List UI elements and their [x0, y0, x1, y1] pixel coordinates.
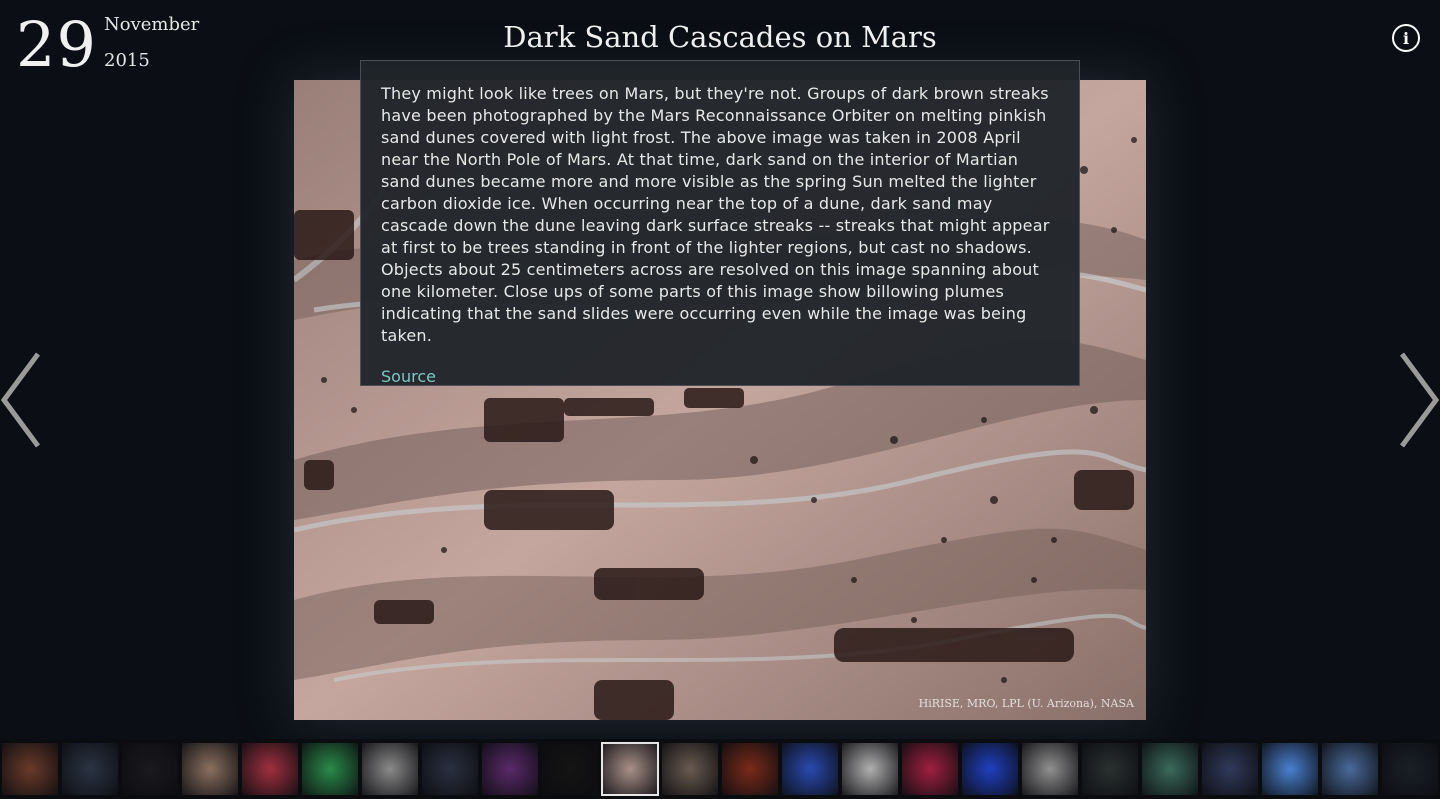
description-text: They might look like trees on Mars, but …: [381, 84, 1050, 345]
thumbnail-galaxy-jet[interactable]: [2, 743, 58, 795]
info-icon: i: [1402, 28, 1410, 48]
thumbnail-horizon-dusk[interactable]: [422, 743, 478, 795]
chevron-left-icon: [0, 352, 41, 448]
next-button[interactable]: [1396, 350, 1440, 450]
chevron-right-icon: [1399, 352, 1440, 448]
thumbnail-comet-trail[interactable]: [1082, 743, 1138, 795]
description-panel: They might look like trees on Mars, but …: [360, 60, 1080, 386]
source-link[interactable]: Source: [381, 367, 436, 386]
thumbnail-star-field[interactable]: [122, 743, 178, 795]
thumbnail-red-cluster[interactable]: [902, 743, 958, 795]
previous-button[interactable]: [0, 350, 44, 450]
thumbnail-red-nebula[interactable]: [722, 743, 778, 795]
thumbnail-mars-sand-dunes[interactable]: [601, 742, 659, 796]
thumbnail-spiral-galaxy[interactable]: [662, 743, 718, 795]
thumbnail-light-streak[interactable]: [842, 743, 898, 795]
image-credit: HiRISE, MRO, LPL (U. Arizona), NASA: [918, 697, 1134, 710]
thumbnail-blue-star-burst-2[interactable]: [962, 743, 1018, 795]
thumbnail-purple-nebula[interactable]: [482, 743, 538, 795]
thumbnail-filmstrip: [0, 739, 1440, 799]
thumbnail-blue-star-burst[interactable]: [782, 743, 838, 795]
thumbnail-night-sky-horizon[interactable]: [62, 743, 118, 795]
thumbnail-phobos-moon[interactable]: [182, 743, 238, 795]
thumbnail-blue-square[interactable]: [1262, 743, 1318, 795]
thumbnail-green-aurora[interactable]: [302, 743, 358, 795]
thumbnail-gray-surface[interactable]: [362, 743, 418, 795]
thumbnail-galaxy-pair[interactable]: [1202, 743, 1258, 795]
thumbnail-earth-limb[interactable]: [1322, 743, 1378, 795]
info-button[interactable]: i: [1392, 24, 1420, 52]
page-title: Dark Sand Cascades on Mars: [503, 20, 937, 54]
thumbnail-dark-sky-end[interactable]: [1382, 743, 1438, 795]
thumbnail-aurora-night[interactable]: [1142, 743, 1198, 795]
thumbnail-gray-diagram[interactable]: [1022, 743, 1078, 795]
thumbnail-orion-nebula[interactable]: [242, 743, 298, 795]
thumbnail-dark-field[interactable]: [542, 743, 598, 795]
